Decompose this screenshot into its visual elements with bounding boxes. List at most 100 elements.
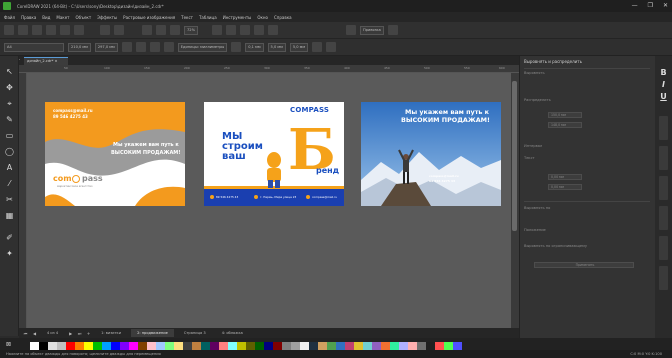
color-swatch[interactable] [237,342,246,350]
color-swatch[interactable] [399,342,408,350]
color-swatch[interactable] [201,342,210,350]
zoom-level-select[interactable]: 72% [184,25,198,35]
add-page-icon[interactable]: + [86,331,91,336]
guidelines-icon[interactable] [254,25,264,35]
color-swatch[interactable] [408,342,417,350]
last-page-icon[interactable]: ⏭ [77,331,82,336]
color-swatch[interactable] [228,342,237,350]
docker-field-4[interactable]: 0,00 мм [548,184,582,190]
page-tab-4[interactable]: 4: обложка [216,329,249,337]
snap-to-dropdown[interactable]: Привязка [360,25,384,35]
color-swatch[interactable] [93,342,102,350]
rectangle-tool-icon[interactable]: ▭ [4,130,15,141]
print-icon[interactable] [74,25,84,35]
color-swatch[interactable] [66,342,75,350]
docker-tab-properties[interactable] [659,116,668,140]
docker-tab-text[interactable] [659,236,668,260]
no-color-icon[interactable]: ⊠ [6,341,11,348]
docker-field-2[interactable]: 148,0 мм [548,122,582,128]
page-tab-3[interactable]: Страница 3 [178,329,212,337]
card-compass-brand[interactable]: COMPASS МЫ строим ваш Б ренд 89 546 4275… [204,102,344,206]
color-swatch[interactable] [282,342,291,350]
menu-window[interactable]: Окно [257,15,268,20]
color-swatch[interactable] [183,342,192,350]
color-swatch[interactable] [417,342,426,350]
page-height-field[interactable]: 297,0 мм [94,42,118,52]
color-swatch[interactable] [273,342,282,350]
knife-tool-icon[interactable]: ✂ [4,194,15,205]
freehand-tool-icon[interactable]: ✎ [4,114,15,125]
color-swatch[interactable] [84,342,93,350]
color-swatch[interactable] [48,342,57,350]
color-swatch[interactable] [174,342,183,350]
docker-tab-align[interactable] [659,176,668,200]
new-document-icon[interactable] [4,25,14,35]
color-swatch[interactable] [453,342,462,350]
close-button[interactable]: ✕ [663,2,668,9]
publish-pdf-icon[interactable] [170,25,180,35]
color-swatch[interactable] [264,342,273,350]
document-tab[interactable]: дизайн_2.cdr* × [24,57,68,65]
menu-help[interactable]: Справка [274,15,292,20]
nudge-icon[interactable] [231,42,242,52]
all-pages-icon[interactable] [149,42,160,52]
color-swatch[interactable] [192,342,201,350]
color-swatch[interactable] [39,342,48,350]
duplicate-y-field[interactable]: 5,0 мм [289,42,309,52]
connector-tool-icon[interactable]: ⁄ [4,178,15,189]
color-swatch[interactable] [336,342,345,350]
color-swatch[interactable] [210,342,219,350]
upload-icon[interactable] [46,25,56,35]
color-swatch[interactable] [318,342,327,350]
menu-view[interactable]: Вид [42,15,50,20]
page-size-preset[interactable]: A4 [4,42,64,52]
color-swatch[interactable] [444,342,453,350]
eyedropper-tool-icon[interactable]: ✐ [4,232,15,243]
color-swatch[interactable] [372,342,381,350]
menu-layout[interactable]: Макет [56,15,69,20]
save-icon[interactable] [32,25,42,35]
pick-tool-icon[interactable]: ↖ [4,66,15,77]
italic-icon[interactable]: I [658,80,669,89]
menu-text[interactable]: Текст [181,15,193,20]
color-swatch[interactable] [426,342,435,350]
color-swatch[interactable] [129,342,138,350]
docker-field-3[interactable]: 0,00 мм [548,174,582,180]
color-swatch[interactable] [120,342,129,350]
nudge-distance-field[interactable]: 0,1 мм [245,42,264,52]
open-icon[interactable] [18,25,28,35]
color-swatch[interactable] [291,342,300,350]
import-icon[interactable] [142,25,152,35]
apply-button[interactable]: Применить [534,262,634,268]
docker-field-1[interactable]: 150,0 мм [548,112,582,118]
page-tab-1[interactable]: 1: визитки [95,329,127,337]
color-swatch[interactable] [57,342,66,350]
menu-object[interactable]: Объект [76,15,92,20]
page-tab-2[interactable]: 2: продвижение [131,329,174,337]
cloud-icon[interactable] [60,25,70,35]
text-tool-icon[interactable]: A [4,162,15,173]
undo-icon[interactable] [114,25,124,35]
color-swatch[interactable] [165,342,174,350]
minimize-button[interactable]: — [632,2,638,9]
color-swatch[interactable] [219,342,228,350]
vertical-scrollbar[interactable] [511,73,519,328]
color-swatch[interactable] [309,342,318,350]
docker-tab-transform[interactable] [659,206,668,230]
next-page-icon[interactable]: ▶ [68,331,73,336]
color-swatch[interactable] [75,342,84,350]
color-swatch[interactable] [390,342,399,350]
docker-tab-color[interactable] [659,266,668,290]
color-swatch[interactable] [381,342,390,350]
underline-icon[interactable]: U [658,92,669,101]
color-swatch[interactable] [300,342,309,350]
color-swatch[interactable] [30,342,39,350]
menu-effects[interactable]: Эффекты [97,15,117,20]
duplicate-x-field[interactable]: 5,0 мм [267,42,286,52]
first-page-icon[interactable]: ⏮ [23,331,28,336]
color-swatch[interactable] [138,342,147,350]
color-swatch[interactable] [435,342,444,350]
grid-icon[interactable] [240,25,250,35]
maximize-button[interactable]: ❐ [648,2,653,9]
rulers-icon[interactable] [226,25,236,35]
